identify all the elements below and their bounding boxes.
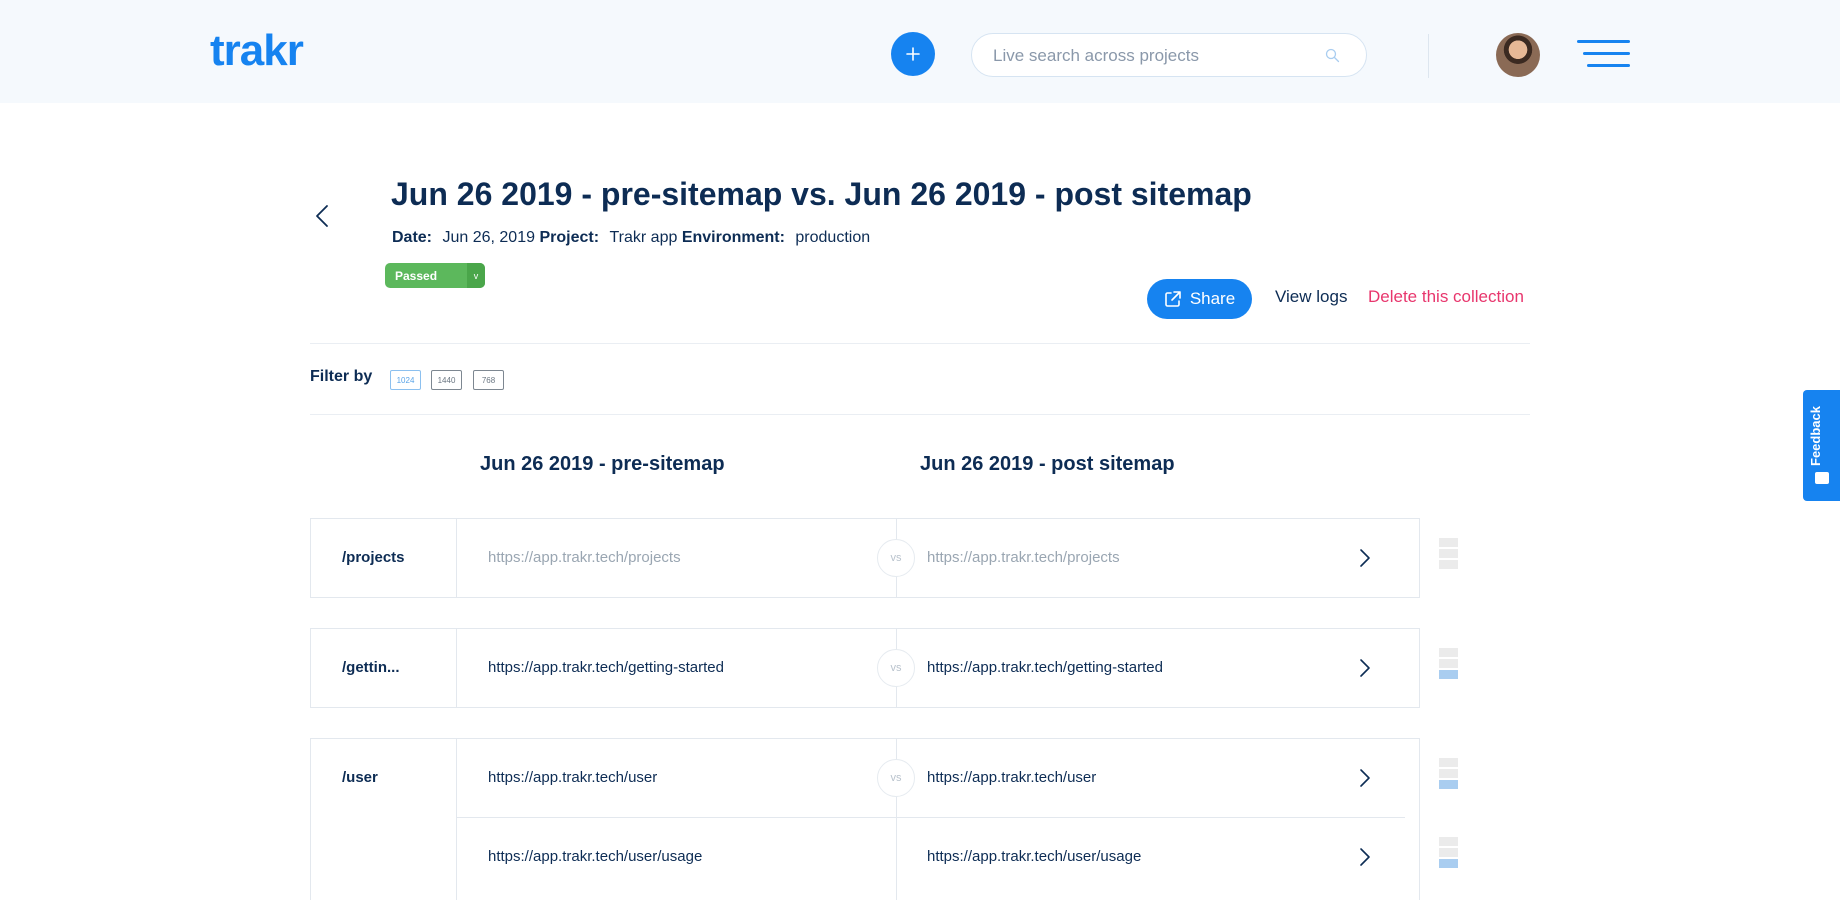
feedback-label: Feedback <box>1808 406 1823 466</box>
date-value: Jun 26, 2019 <box>442 229 535 246</box>
path-cell: /gettin... <box>311 629 457 707</box>
chevron-left-icon <box>316 205 328 227</box>
delete-collection-link[interactable]: Delete this collection <box>1368 287 1524 307</box>
filter-chip-1024[interactable]: 1024 <box>390 370 421 390</box>
left-url[interactable]: https://app.trakr.tech/user/usage <box>488 848 702 865</box>
screenshot-thumbnail[interactable] <box>1439 758 1458 791</box>
path-label: /user <box>342 769 378 786</box>
external-link-icon <box>1165 291 1181 307</box>
left-column-heading: Jun 26 2019 - pre-sitemap <box>480 453 725 475</box>
menu-icon[interactable] <box>1577 40 1630 68</box>
table-row[interactable]: /gettin... https://app.trakr.tech/gettin… <box>310 628 1420 708</box>
vs-badge: vs <box>877 759 915 797</box>
feedback-tab[interactable]: Feedback <box>1803 390 1840 501</box>
view-logs-link[interactable]: View logs <box>1275 287 1347 307</box>
left-url[interactable]: https://app.trakr.tech/getting-started <box>488 659 724 676</box>
right-url[interactable]: https://app.trakr.tech/user/usage <box>927 848 1141 865</box>
search-input[interactable] <box>993 44 1313 68</box>
chat-icon <box>1815 472 1829 484</box>
table-row[interactable]: /user https://app.trakr.tech/user vs htt… <box>310 738 1420 900</box>
right-column-heading: Jun 26 2019 - post sitemap <box>920 453 1175 475</box>
screenshot-thumbnail[interactable] <box>1439 538 1458 571</box>
back-button[interactable] <box>311 202 333 230</box>
vs-badge: vs <box>877 649 915 687</box>
header-divider <box>1428 34 1429 78</box>
right-url[interactable]: https://app.trakr.tech/user <box>927 769 1096 786</box>
left-url[interactable]: https://app.trakr.tech/user <box>488 769 657 786</box>
vs-badge: vs <box>877 539 915 577</box>
chevron-right-icon[interactable] <box>1359 658 1371 678</box>
path-label: /gettin... <box>342 659 400 676</box>
environment-value: production <box>795 229 871 246</box>
divider <box>310 343 1530 344</box>
date-label: Date: <box>392 229 433 246</box>
left-url[interactable]: https://app.trakr.tech/projects <box>488 549 681 566</box>
search-box <box>971 33 1367 77</box>
add-button[interactable] <box>891 32 935 76</box>
project-label: Project: <box>539 229 600 246</box>
status-dropdown[interactable]: Passed v <box>385 263 485 288</box>
share-button[interactable]: Share <box>1147 279 1252 319</box>
top-bar: trakr <box>0 0 1840 103</box>
divider <box>310 414 1530 415</box>
filter-chip-1440[interactable]: 1440 <box>431 370 462 390</box>
filter-label: Filter by <box>310 368 373 385</box>
status-badge: Passed <box>395 268 438 283</box>
path-label: /projects <box>342 549 405 566</box>
filter-chip-768[interactable]: 768 <box>473 370 504 390</box>
screenshot-thumbnail[interactable] <box>1439 648 1458 681</box>
user-avatar[interactable] <box>1496 33 1540 77</box>
comparison-meta: Date: Jun 26, 2019 Project: Trakr app En… <box>392 226 870 250</box>
environment-label: Environment: <box>681 229 785 246</box>
path-cell: /projects <box>311 519 457 597</box>
page-title: Jun 26 2019 - pre-sitemap vs. Jun 26 201… <box>391 176 1252 212</box>
right-url[interactable]: https://app.trakr.tech/projects <box>927 549 1120 566</box>
table-row[interactable]: /projects https://app.trakr.tech/project… <box>310 518 1420 598</box>
chevron-right-icon[interactable] <box>1359 548 1371 568</box>
right-url[interactable]: https://app.trakr.tech/getting-started <box>927 659 1163 676</box>
chevron-right-icon[interactable] <box>1359 847 1371 867</box>
chevron-down-icon: v <box>467 263 485 288</box>
share-label: Share <box>1189 289 1236 308</box>
search-icon[interactable] <box>1325 48 1340 63</box>
trakr-logo[interactable]: trakr <box>210 26 304 76</box>
chevron-right-icon[interactable] <box>1359 768 1371 788</box>
screenshot-thumbnail[interactable] <box>1439 837 1458 870</box>
sub-row-divider <box>457 817 1405 818</box>
plus-icon <box>906 47 920 61</box>
project-value: Trakr app <box>609 229 678 246</box>
path-cell: /user <box>311 739 457 900</box>
